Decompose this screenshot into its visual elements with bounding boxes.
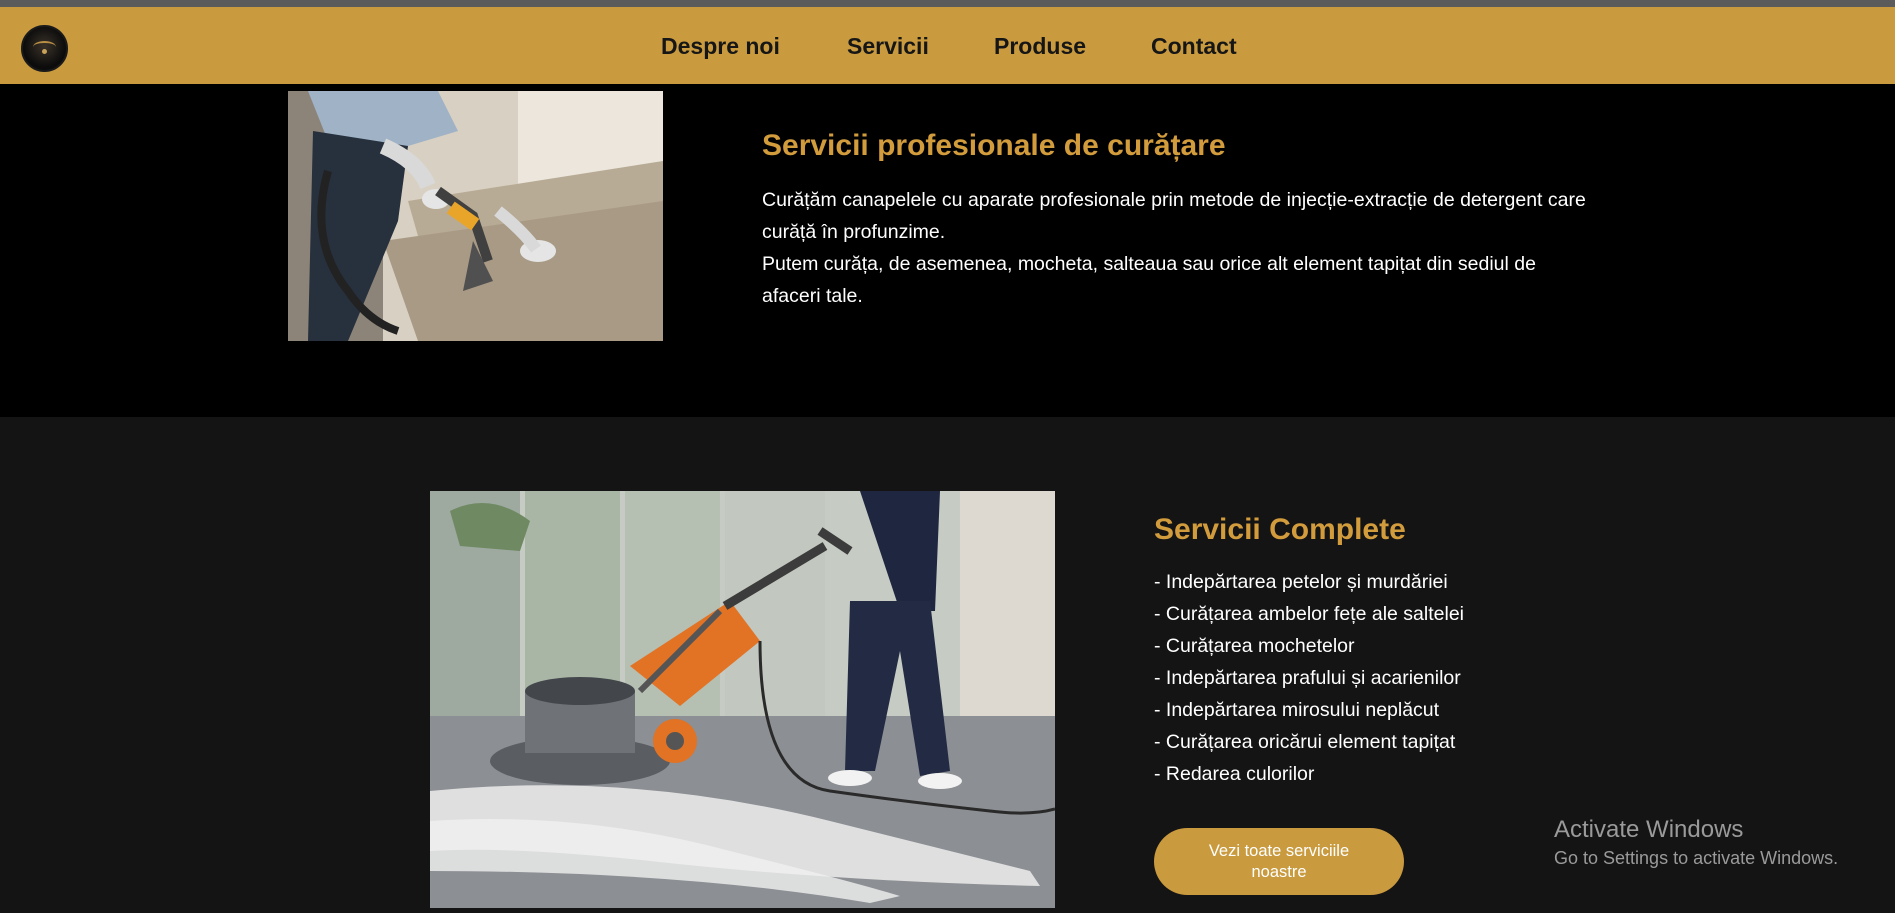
logo-icon[interactable] [21, 25, 68, 72]
paragraph-line: curăță în profunzime. [762, 221, 946, 243]
list-item: - Curățarea oricărui element tapițat [1154, 731, 1456, 753]
floor-cleaning-photo [430, 491, 1055, 908]
services-list: - Indepărtarea petelor și murdăriei - Cu… [1154, 566, 1464, 790]
watermark-subtitle: Go to Settings to activate Windows. [1554, 848, 1839, 868]
paragraph-line: Curățăm canapelele cu aparate profesiona… [762, 189, 1586, 211]
nav-link-contact[interactable]: Contact [1151, 33, 1237, 60]
watermark-title: Activate Windows [1554, 816, 1744, 843]
sofa-cleaning-photo [288, 91, 663, 341]
list-item: - Indepărtarea prafului și acarienilor [1154, 667, 1461, 689]
nav-link-despre-noi[interactable]: Despre noi [661, 33, 780, 60]
navbar [0, 7, 1895, 84]
list-item: - Indepărtarea petelor și murdăriei [1154, 571, 1448, 593]
paragraph-line: Putem curăța, de asemenea, mocheta, salt… [762, 253, 1536, 275]
list-item: - Indepărtarea mirosului neplăcut [1154, 699, 1440, 721]
paragraph-line: afaceri tale. [762, 285, 863, 307]
floor-cleaning-illustration [430, 491, 1055, 908]
nav-link-produse[interactable]: Produse [994, 33, 1086, 60]
list-item: - Curățarea mochetelor [1154, 635, 1355, 657]
sofa-cleaning-illustration [288, 91, 663, 341]
nav-link-servicii[interactable]: Servicii [847, 33, 929, 60]
activate-windows-watermark: Activate Windows Go to Settings to activ… [1554, 815, 1838, 871]
list-item: - Curățarea ambelor fețe ale saltelei [1154, 603, 1464, 625]
logo-dot [42, 49, 47, 54]
browser-top-strip [0, 0, 1895, 7]
complete-services-title: Servicii Complete [1154, 513, 1406, 546]
view-all-services-button[interactable]: Vezi toate serviciile noastre [1154, 828, 1404, 895]
list-item: - Redarea culorilor [1154, 763, 1315, 785]
professional-services-description: Curățăm canapelele cu aparate profesiona… [762, 184, 1622, 312]
professional-services-title: Servicii profesionale de curățare [762, 129, 1226, 162]
